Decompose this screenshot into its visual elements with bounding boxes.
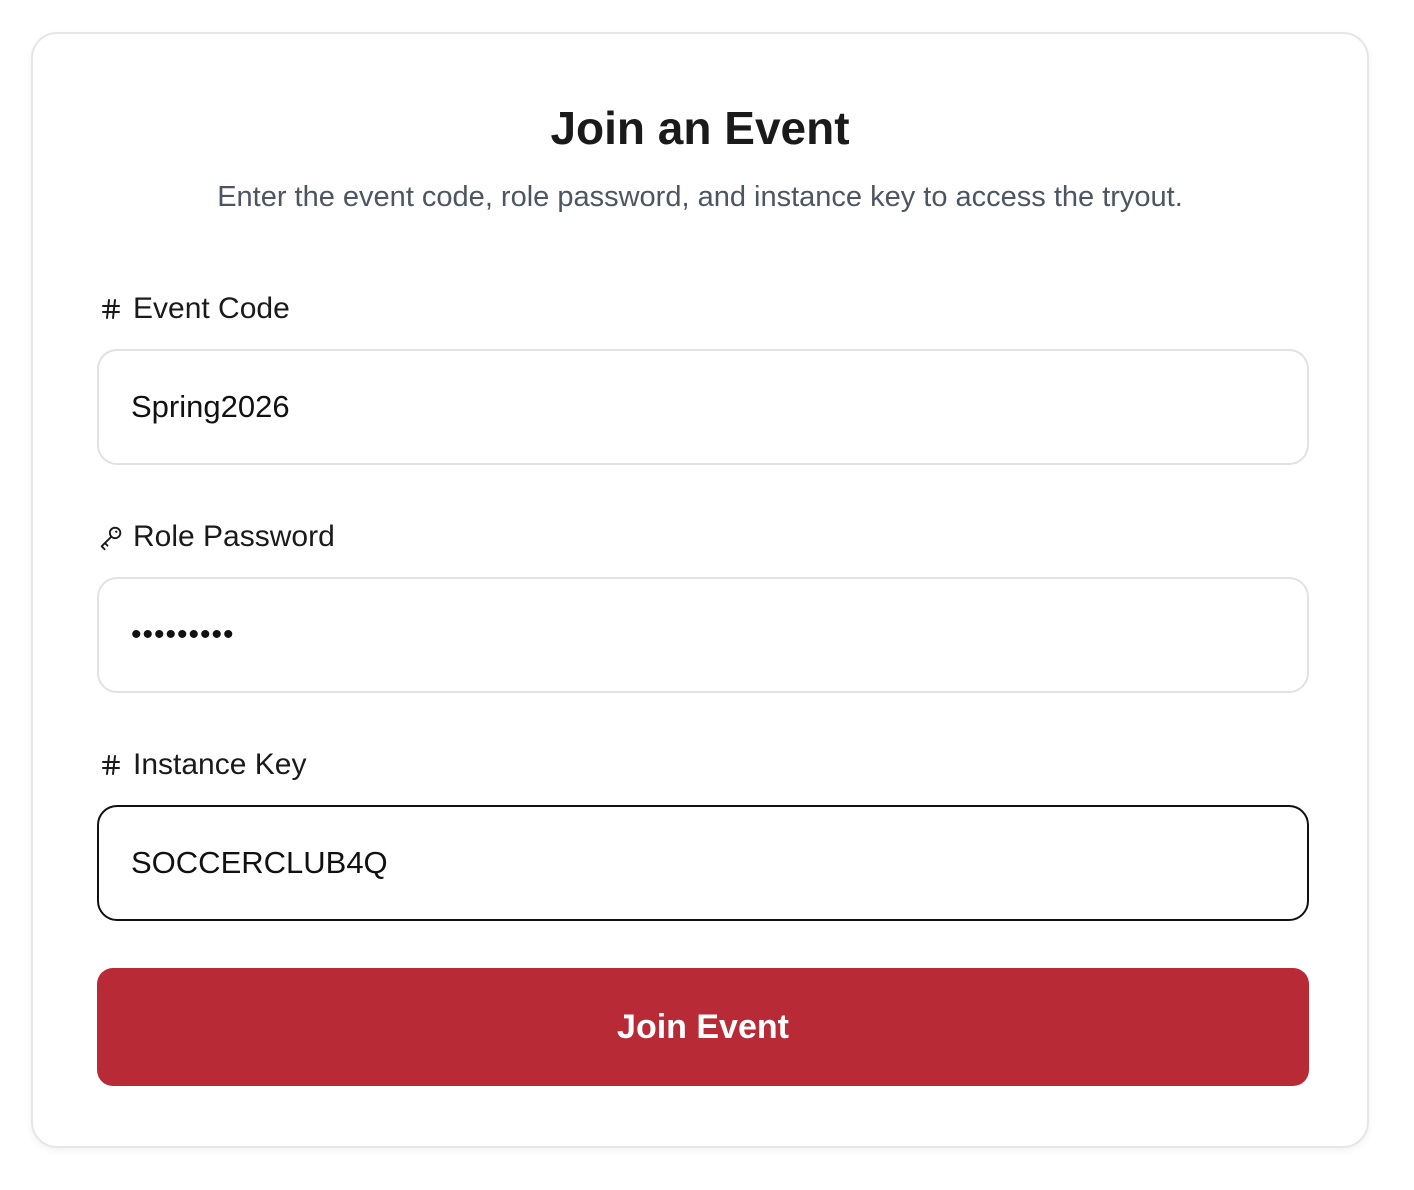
join-event-card: Join an Event Enter the event code, role…: [31, 32, 1369, 1148]
hash-icon: [97, 749, 125, 781]
event-code-label-text: Event Code: [133, 292, 290, 325]
join-event-button[interactable]: Join Event: [97, 968, 1309, 1086]
instance-key-label-text: Instance Key: [133, 748, 307, 781]
role-password-label: Role Password: [97, 517, 335, 557]
page-subtitle: Enter the event code, role password, and…: [217, 181, 1183, 213]
role-password-input[interactable]: [97, 577, 1309, 693]
event-code-input[interactable]: [97, 349, 1309, 465]
hash-icon: [97, 293, 125, 325]
role-password-label-text: Role Password: [133, 520, 335, 553]
instance-key-input[interactable]: [97, 805, 1309, 921]
page-title: Join an Event: [550, 102, 850, 154]
key-icon: [97, 521, 125, 553]
instance-key-label: Instance Key: [97, 745, 306, 785]
event-code-label: Event Code: [97, 289, 290, 329]
